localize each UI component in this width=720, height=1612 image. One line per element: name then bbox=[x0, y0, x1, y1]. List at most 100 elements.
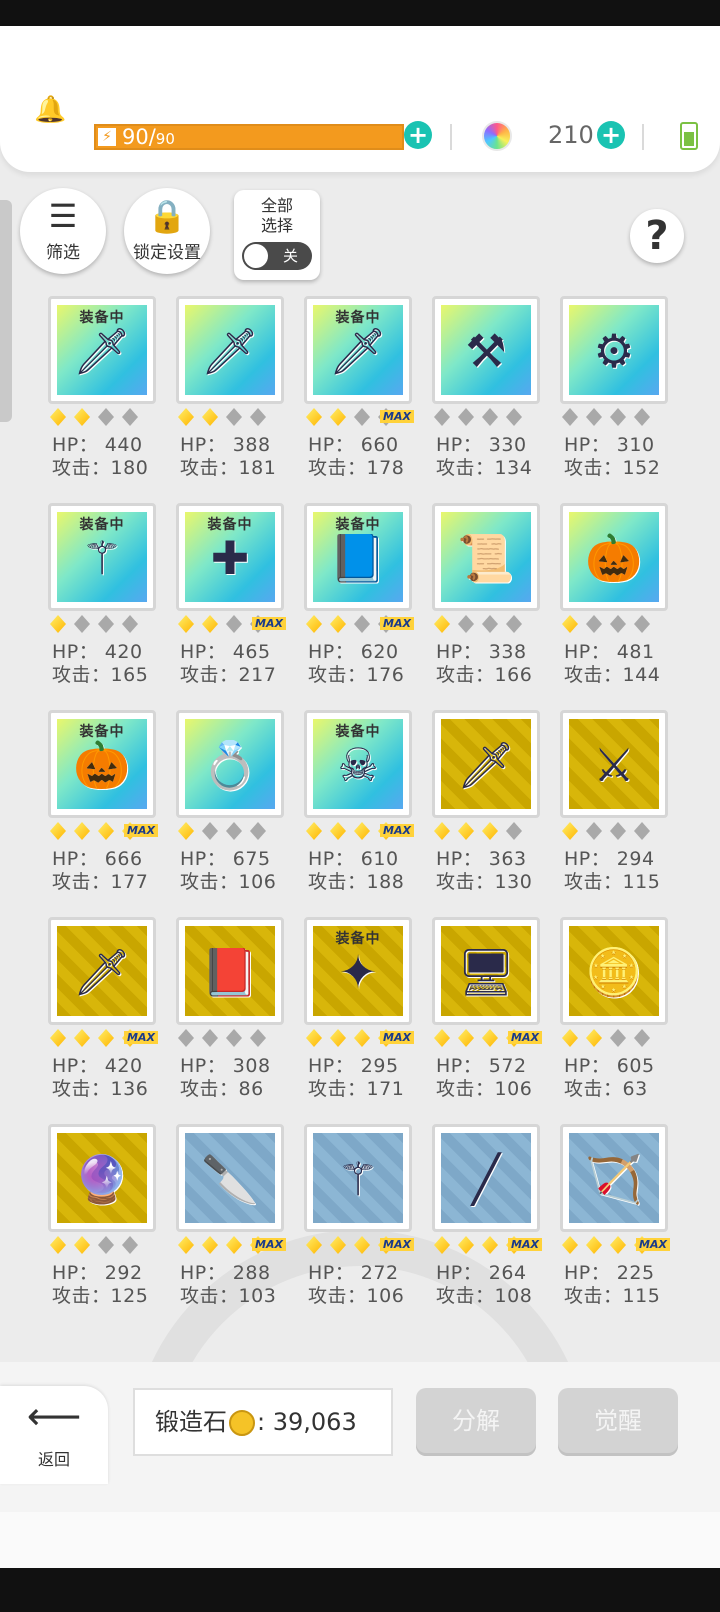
star-empty-icon bbox=[98, 615, 114, 633]
equipment-item[interactable]: 🗡 装备中 HP： 440 攻击：180 bbox=[48, 296, 156, 503]
select-all-toggle[interactable]: 关 bbox=[242, 242, 312, 270]
equipment-art: ╱ bbox=[441, 1133, 531, 1223]
equipment-item[interactable]: ⚙ HP： 310 攻击：152 bbox=[560, 296, 668, 503]
star-filled-icon bbox=[306, 1236, 322, 1254]
equipment-card[interactable]: 🎃 装备中 bbox=[48, 710, 156, 818]
equipment-card[interactable]: 📘 装备中 bbox=[304, 503, 412, 611]
star-filled-icon bbox=[330, 1029, 346, 1047]
star-empty-icon bbox=[250, 822, 266, 840]
attack-stat: 攻击：165 bbox=[52, 660, 148, 687]
star-empty-icon bbox=[226, 822, 242, 840]
equipment-item[interactable]: ☠ 装备中 MAX HP： 610 攻击：188 bbox=[304, 710, 414, 917]
equipment-art: 🗡 装备中 bbox=[57, 305, 147, 395]
equipment-card[interactable]: 🪙 bbox=[560, 917, 668, 1025]
equipment-card[interactable]: 🏹 bbox=[560, 1124, 668, 1232]
equipment-item[interactable]: ⚒ HP： 330 攻击：134 bbox=[432, 296, 540, 503]
star-empty-icon bbox=[610, 1029, 626, 1047]
star-filled-icon bbox=[458, 1029, 474, 1047]
back-button[interactable]: ⟵ 返回 bbox=[0, 1386, 108, 1484]
max-badge: MAX bbox=[508, 1031, 542, 1044]
equipment-card[interactable]: ⚒ bbox=[432, 296, 540, 404]
equipment-item[interactable]: 🎃 HP： 481 攻击：144 bbox=[560, 503, 668, 710]
equipment-art: ⚒ bbox=[441, 305, 531, 395]
equipment-card[interactable]: ✚ 装备中 bbox=[176, 503, 284, 611]
equipment-item[interactable]: ✦ 装备中 MAX HP： 295 攻击：171 bbox=[304, 917, 414, 1124]
star-filled-icon bbox=[74, 408, 90, 426]
add-energy-button[interactable]: + bbox=[404, 121, 432, 149]
equipment-card[interactable]: ⚚ bbox=[304, 1124, 412, 1232]
star-filled-icon bbox=[482, 822, 498, 840]
equipment-card[interactable]: ⚚ 装备中 bbox=[48, 503, 156, 611]
equipment-card[interactable]: 🗡 装备中 bbox=[48, 296, 156, 404]
equipped-tag: 装备中 bbox=[207, 517, 253, 533]
star-filled-icon bbox=[50, 408, 66, 426]
equipment-card[interactable]: 📕 bbox=[176, 917, 284, 1025]
equipment-card[interactable]: 🎃 bbox=[560, 503, 668, 611]
equipment-item[interactable]: ✚ 装备中 MAX HP： 465 攻击：217 bbox=[176, 503, 286, 710]
star-empty-icon bbox=[202, 822, 218, 840]
attack-stat: 攻击：106 bbox=[180, 867, 276, 894]
equipment-item[interactable]: 🖥 MAX HP： 572 攻击：106 bbox=[432, 917, 542, 1124]
attack-stat: 攻击：181 bbox=[180, 453, 276, 480]
equipment-item[interactable]: ⚚ 装备中 HP： 420 攻击：165 bbox=[48, 503, 156, 710]
star-rating bbox=[562, 822, 658, 842]
equipment-item[interactable]: 📕 HP： 308 攻击：86 bbox=[176, 917, 284, 1124]
max-badge: MAX bbox=[252, 1238, 286, 1251]
bell-icon[interactable]: 🔔 bbox=[34, 96, 66, 124]
equipment-item[interactable]: 🗡 MAX HP： 420 攻击：136 bbox=[48, 917, 158, 1124]
star-empty-icon bbox=[586, 822, 602, 840]
star-empty-icon bbox=[74, 615, 90, 633]
forge-stone-value: 39,063 bbox=[272, 1408, 357, 1436]
lock-settings-button[interactable]: 🔒 锁定设置 bbox=[124, 188, 210, 274]
star-rating bbox=[434, 615, 530, 635]
equipment-item[interactable]: 🪙 HP： 605 攻击：63 bbox=[560, 917, 668, 1124]
attack-label: 攻击： bbox=[436, 457, 495, 479]
equipment-card[interactable]: ⚔ bbox=[560, 710, 668, 818]
attack-stat: 攻击：188 bbox=[308, 867, 404, 894]
equipment-card[interactable]: 💍 bbox=[176, 710, 284, 818]
decompose-button[interactable]: 分解 bbox=[416, 1388, 536, 1456]
attack-value: 165 bbox=[110, 664, 149, 686]
star-filled-icon bbox=[50, 1029, 66, 1047]
energy-bar: ⚡ 90/90 bbox=[94, 124, 404, 150]
add-gems-button[interactable]: + bbox=[597, 121, 625, 149]
equipment-card[interactable]: 🗡 bbox=[176, 296, 284, 404]
equipment-item[interactable]: 🗡 HP： 388 攻击：181 bbox=[176, 296, 284, 503]
equipment-card[interactable]: 🗡 bbox=[432, 710, 540, 818]
equipment-card[interactable]: 🔪 bbox=[176, 1124, 284, 1232]
equipment-item[interactable]: ⚔ HP： 294 攻击：115 bbox=[560, 710, 668, 917]
equipment-card[interactable]: 📜 bbox=[432, 503, 540, 611]
filter-button[interactable]: ☰ 筛选 bbox=[20, 188, 106, 274]
equipment-card[interactable]: ✦ 装备中 bbox=[304, 917, 412, 1025]
equipment-item[interactable]: 🗡 装备中 MAX HP： 660 攻击：178 bbox=[304, 296, 414, 503]
equipment-item[interactable]: 🔪 MAX HP： 288 攻击：103 bbox=[176, 1124, 286, 1331]
scroll-icon: 📜 bbox=[457, 531, 515, 585]
equipment-item[interactable]: 🗡 HP： 363 攻击：130 bbox=[432, 710, 540, 917]
equipment-card[interactable]: ⚙ bbox=[560, 296, 668, 404]
side-scroll-handle[interactable] bbox=[0, 200, 12, 422]
attack-value: 177 bbox=[110, 871, 149, 893]
star-rating bbox=[562, 615, 658, 635]
equipment-item[interactable]: 💍 HP： 675 攻击：106 bbox=[176, 710, 284, 917]
star-filled-icon bbox=[354, 1029, 370, 1047]
attack-label: 攻击： bbox=[308, 871, 367, 893]
equipment-item[interactable]: 🔮 HP： 292 攻击：125 bbox=[48, 1124, 156, 1331]
equipment-item[interactable]: 📜 HP： 338 攻击：166 bbox=[432, 503, 540, 710]
star-filled-icon bbox=[354, 822, 370, 840]
equipment-item[interactable]: 🎃 装备中 MAX HP： 666 攻击：177 bbox=[48, 710, 158, 917]
help-button[interactable]: ? bbox=[630, 209, 684, 263]
equipment-card[interactable]: ╱ bbox=[432, 1124, 540, 1232]
attack-label: 攻击： bbox=[308, 1285, 367, 1307]
equipment-item[interactable]: 📘 装备中 MAX HP： 620 攻击：176 bbox=[304, 503, 414, 710]
equipment-card[interactable]: ☠ 装备中 bbox=[304, 710, 412, 818]
awaken-button[interactable]: 觉醒 bbox=[558, 1388, 678, 1456]
equipment-card[interactable]: 🖥 bbox=[432, 917, 540, 1025]
equipment-item[interactable]: ╱ MAX HP： 264 攻击：108 bbox=[432, 1124, 542, 1331]
equipment-card[interactable]: 🔮 bbox=[48, 1124, 156, 1232]
max-badge: MAX bbox=[636, 1238, 670, 1251]
equipment-card[interactable]: 🗡 装备中 bbox=[304, 296, 412, 404]
equipment-item[interactable]: 🏹 MAX HP： 225 攻击：115 bbox=[560, 1124, 670, 1331]
equipment-item[interactable]: ⚚ MAX HP： 272 攻击：106 bbox=[304, 1124, 414, 1331]
attack-stat: 攻击：152 bbox=[564, 453, 660, 480]
equipment-card[interactable]: 🗡 bbox=[48, 917, 156, 1025]
